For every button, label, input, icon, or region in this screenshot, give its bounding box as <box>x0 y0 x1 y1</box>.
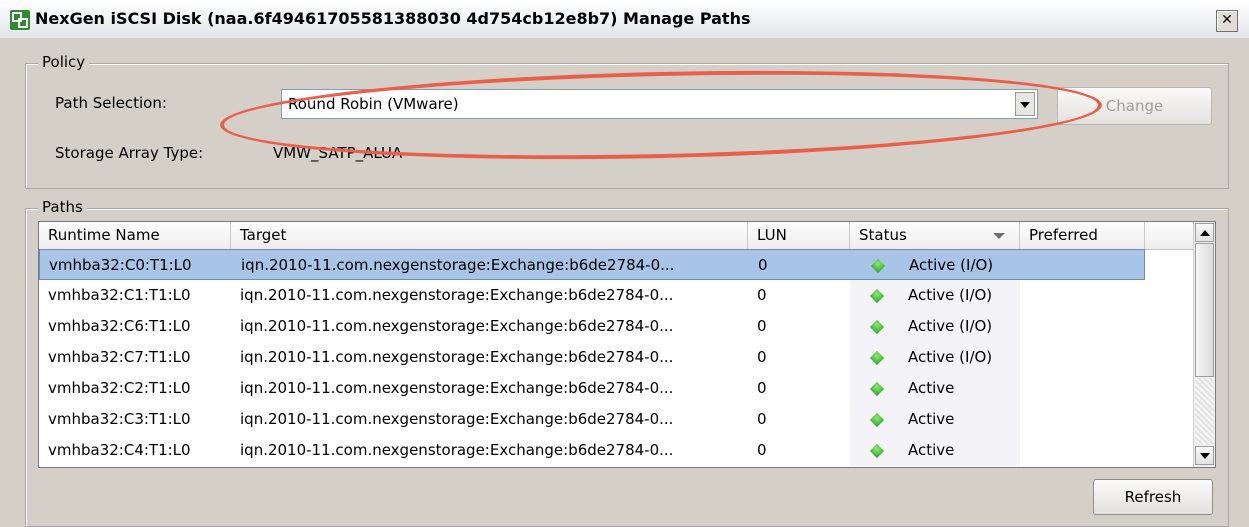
column-target[interactable]: Target <box>231 222 748 249</box>
column-status[interactable]: Status <box>850 222 1020 249</box>
refresh-button-label: Refresh <box>1124 488 1182 506</box>
status-active-icon <box>870 258 886 274</box>
column-status-label: Status <box>859 226 907 244</box>
cell-preferred <box>1020 373 1145 404</box>
status-text: Active <box>908 410 955 428</box>
cell-preferred <box>1021 250 1146 281</box>
sort-descending-icon <box>993 233 1005 239</box>
scroll-track[interactable] <box>1195 378 1214 444</box>
table-body: vmhba32:C0:T1:L0 iqn.2010-11.com.nexgenst… <box>39 249 1195 466</box>
cell-status: Active <box>850 435 1020 466</box>
cell-status: Active <box>850 373 1020 404</box>
table-row[interactable]: vmhba32:C7:T1:L0 iqn.2010-11.com.nexgenst… <box>39 342 1195 373</box>
close-icon: ✕ <box>1221 12 1233 28</box>
paths-table: Runtime Name Target LUN Status Preferred… <box>38 221 1216 468</box>
status-text: Active <box>908 441 955 459</box>
path-selection-label: Path Selection: <box>55 94 167 112</box>
status-active-icon <box>869 319 885 335</box>
table-row[interactable]: vmhba32:C2:T1:L0 iqn.2010-11.com.nexgenst… <box>39 373 1195 404</box>
status-text: Active (I/O) <box>908 286 993 304</box>
cell-status: Active (I/O) <box>851 250 1021 281</box>
chevron-down-icon[interactable] <box>1015 92 1035 116</box>
cell-status: Active <box>850 404 1020 435</box>
status-active-icon <box>869 412 885 428</box>
scroll-down-icon[interactable] <box>1195 446 1214 465</box>
policy-group: Policy <box>25 53 1229 189</box>
table-row[interactable]: vmhba32:C1:T1:L0 iqn.2010-11.com.nexgenst… <box>39 280 1195 311</box>
table-row[interactable]: vmhba32:C0:T1:L0 iqn.2010-11.com.nexgenst… <box>39 249 1145 280</box>
storage-array-type-label: Storage Array Type: <box>55 144 204 162</box>
vsphere-app-icon <box>10 10 30 30</box>
cell-runtime-name: vmhba32:C3:T1:L0 <box>48 410 191 428</box>
cell-lun: 0 <box>758 256 768 274</box>
status-text: Active <box>908 379 955 397</box>
cell-target: iqn.2010-11.com.nexgenstorage:Exchange:b… <box>240 441 674 459</box>
cell-preferred <box>1020 435 1145 466</box>
status-active-icon <box>869 350 885 366</box>
cell-preferred <box>1020 280 1145 311</box>
close-button[interactable]: ✕ <box>1216 10 1238 32</box>
cell-target: iqn.2010-11.com.nexgenstorage:Exchange:b… <box>241 256 675 274</box>
refresh-button[interactable]: Refresh <box>1093 479 1213 515</box>
table-row[interactable]: vmhba32:C3:T1:L0 iqn.2010-11.com.nexgenst… <box>39 404 1195 435</box>
cell-target: iqn.2010-11.com.nexgenstorage:Exchange:b… <box>240 410 674 428</box>
cell-runtime-name: vmhba32:C0:T1:L0 <box>49 256 192 274</box>
cell-status: Active (I/O) <box>850 280 1020 311</box>
path-selection-value: Round Robin (VMware) <box>288 95 459 113</box>
manage-paths-dialog: Policy Path Selection: Round Robin (VMwa… <box>0 38 1249 527</box>
column-lun[interactable]: LUN <box>748 222 850 249</box>
table-row[interactable]: vmhba32:C6:T1:L0 iqn.2010-11.com.nexgenst… <box>39 311 1195 342</box>
cell-preferred <box>1020 342 1145 373</box>
vertical-scrollbar[interactable] <box>1193 222 1215 467</box>
cell-lun: 0 <box>757 441 767 459</box>
cell-runtime-name: vmhba32:C7:T1:L0 <box>48 348 191 366</box>
scroll-thumb[interactable] <box>1195 243 1214 377</box>
column-preferred[interactable]: Preferred <box>1020 222 1145 249</box>
paths-legend: Paths <box>38 198 87 216</box>
change-button[interactable]: Change <box>1057 87 1212 125</box>
cell-lun: 0 <box>757 348 767 366</box>
change-button-label: Change <box>1105 97 1164 115</box>
cell-status: Active (I/O) <box>850 342 1020 373</box>
cell-preferred <box>1020 404 1145 435</box>
cell-runtime-name: vmhba32:C1:T1:L0 <box>48 286 191 304</box>
title-bar: NexGen iSCSI Disk (naa.6f494617055813880… <box>0 0 1249 39</box>
cell-runtime-name: vmhba32:C6:T1:L0 <box>48 317 191 335</box>
cell-lun: 0 <box>757 317 767 335</box>
path-selection-dropdown[interactable]: Round Robin (VMware) <box>281 89 1038 119</box>
cell-target: iqn.2010-11.com.nexgenstorage:Exchange:b… <box>240 317 674 335</box>
cell-lun: 0 <box>757 410 767 428</box>
column-runtime-name[interactable]: Runtime Name <box>39 222 231 249</box>
status-text: Active (I/O) <box>908 348 993 366</box>
window-title: NexGen iSCSI Disk (naa.6f494617055813880… <box>35 9 751 28</box>
cell-target: iqn.2010-11.com.nexgenstorage:Exchange:b… <box>240 348 674 366</box>
table-header: Runtime Name Target LUN Status Preferred <box>39 222 1195 250</box>
cell-runtime-name: vmhba32:C2:T1:L0 <box>48 379 191 397</box>
storage-array-type-value: VMW_SATP_ALUA <box>273 144 403 162</box>
status-active-icon <box>869 288 885 304</box>
scroll-up-icon[interactable] <box>1195 223 1214 242</box>
cell-lun: 0 <box>757 286 767 304</box>
cell-preferred <box>1020 311 1145 342</box>
status-text: Active (I/O) <box>909 256 994 274</box>
cell-status: Active (I/O) <box>850 311 1020 342</box>
cell-lun: 0 <box>757 379 767 397</box>
table-row[interactable]: vmhba32:C4:T1:L0 iqn.2010-11.com.nexgenst… <box>39 435 1195 466</box>
cell-target: iqn.2010-11.com.nexgenstorage:Exchange:b… <box>240 379 674 397</box>
status-active-icon <box>869 381 885 397</box>
status-text: Active (I/O) <box>908 317 993 335</box>
status-active-icon <box>869 443 885 459</box>
cell-target: iqn.2010-11.com.nexgenstorage:Exchange:b… <box>240 286 674 304</box>
policy-legend: Policy <box>38 53 90 71</box>
cell-runtime-name: vmhba32:C4:T1:L0 <box>48 441 191 459</box>
